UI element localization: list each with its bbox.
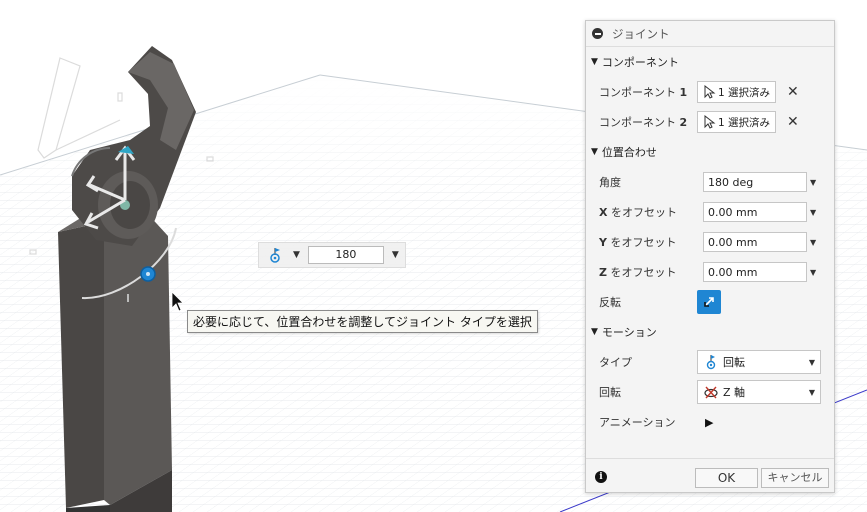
joint-type-dropdown-caret[interactable]: ▼	[293, 250, 300, 260]
angle-caret[interactable]: ▼	[810, 178, 816, 187]
component2-clear-button[interactable]: ✕	[787, 114, 799, 130]
expand-triangle-icon: ▼	[591, 147, 598, 157]
y-offset-label: Y をオフセット	[599, 236, 677, 249]
animation-row: アニメーション ▶	[586, 407, 834, 437]
z-offset-field[interactable]: 0.00 mm	[703, 262, 807, 282]
chevron-down-icon: ▼	[808, 387, 815, 397]
animation-label: アニメーション	[599, 416, 676, 429]
cursor-select-icon	[704, 115, 716, 129]
component2-label: コンポーネント 2	[599, 116, 688, 129]
z-offset-row: Z をオフセット 0.00 mm ▼	[586, 257, 834, 287]
section-component[interactable]: ▼ コンポーネント	[586, 47, 834, 77]
component1-select-button[interactable]: 1 選択済み	[697, 81, 776, 103]
type-label: タイプ	[599, 356, 632, 369]
joint-type-value: 回転	[723, 356, 745, 369]
y-offset-field[interactable]: 0.00 mm	[703, 232, 807, 252]
x-offset-caret[interactable]: ▼	[810, 208, 816, 217]
revolute-joint-icon	[706, 355, 716, 370]
z-offset-caret[interactable]: ▼	[810, 268, 816, 277]
component1-clear-button[interactable]: ✕	[787, 84, 799, 100]
expand-triangle-icon: ▼	[591, 327, 598, 337]
component1-label: コンポーネント 1	[599, 86, 688, 99]
angle-label: 角度	[599, 176, 621, 189]
cursor-select-icon	[704, 85, 716, 99]
rotation-axis-icon	[704, 386, 718, 399]
component2-row: コンポーネント 2 1 選択済み ✕	[586, 107, 834, 137]
type-row: タイプ 回転 ▼	[586, 347, 834, 377]
flip-arrows-icon	[704, 297, 714, 307]
joint-type-dropdown[interactable]: 回転 ▼	[697, 350, 821, 374]
arm-part	[58, 206, 172, 512]
z-offset-label: Z をオフセット	[599, 266, 677, 279]
flip-row: 反転	[586, 287, 834, 317]
dialog-title: ジョイント	[612, 26, 670, 41]
section-motion[interactable]: ▼ モーション	[586, 317, 834, 347]
info-icon[interactable]: i	[595, 471, 607, 483]
angle-field[interactable]: 180 deg	[703, 172, 807, 192]
component2-select-button[interactable]: 1 選択済み	[697, 111, 776, 133]
component1-row: コンポーネント 1 1 選択済み ✕	[586, 77, 834, 107]
dialog-header[interactable]: ジョイント	[586, 21, 834, 47]
cancel-button[interactable]: キャンセル	[761, 468, 829, 488]
x-offset-row: X をオフセット 0.00 mm ▼	[586, 197, 834, 227]
revolute-joint-icon[interactable]	[265, 245, 285, 265]
play-icon[interactable]: ▶	[705, 416, 713, 429]
collapse-icon[interactable]	[592, 28, 603, 39]
angle-mini-toolbar: ▼ 180 ▼	[258, 242, 406, 268]
rotation-label: 回転	[599, 386, 621, 399]
rotation-row: 回転 Z 軸 ▼	[586, 377, 834, 407]
section-label: コンポーネント	[601, 56, 679, 69]
section-alignment[interactable]: ▼ 位置合わせ	[586, 137, 834, 167]
expand-triangle-icon: ▼	[591, 57, 598, 67]
x-offset-label: X をオフセット	[599, 206, 677, 219]
flip-button[interactable]	[697, 290, 721, 314]
chevron-down-icon: ▼	[808, 357, 815, 367]
y-offset-caret[interactable]: ▼	[810, 238, 816, 247]
angle-row: 角度 180 deg ▼	[586, 167, 834, 197]
section-label: 位置合わせ	[601, 146, 657, 159]
angle-dropdown-caret[interactable]: ▼	[392, 250, 399, 260]
angle-input[interactable]: 180	[307, 246, 384, 264]
section-label: モーション	[601, 326, 657, 339]
rotation-axis-value: Z 軸	[723, 386, 746, 399]
x-offset-field[interactable]: 0.00 mm	[703, 202, 807, 222]
flip-label: 反転	[599, 296, 621, 309]
ok-button[interactable]: OK	[695, 468, 758, 488]
dialog-footer: i OK キャンセル	[586, 458, 834, 492]
y-offset-row: Y をオフセット 0.00 mm ▼	[586, 227, 834, 257]
joint-dialog: ジョイント ▼ コンポーネント コンポーネント 1 1 選択済み ✕ コンポーネ…	[585, 20, 835, 493]
rotation-axis-dropdown[interactable]: Z 軸 ▼	[697, 380, 821, 404]
hint-tooltip: 必要に応じて、位置合わせを調整してジョイント タイプを選択	[187, 310, 538, 333]
